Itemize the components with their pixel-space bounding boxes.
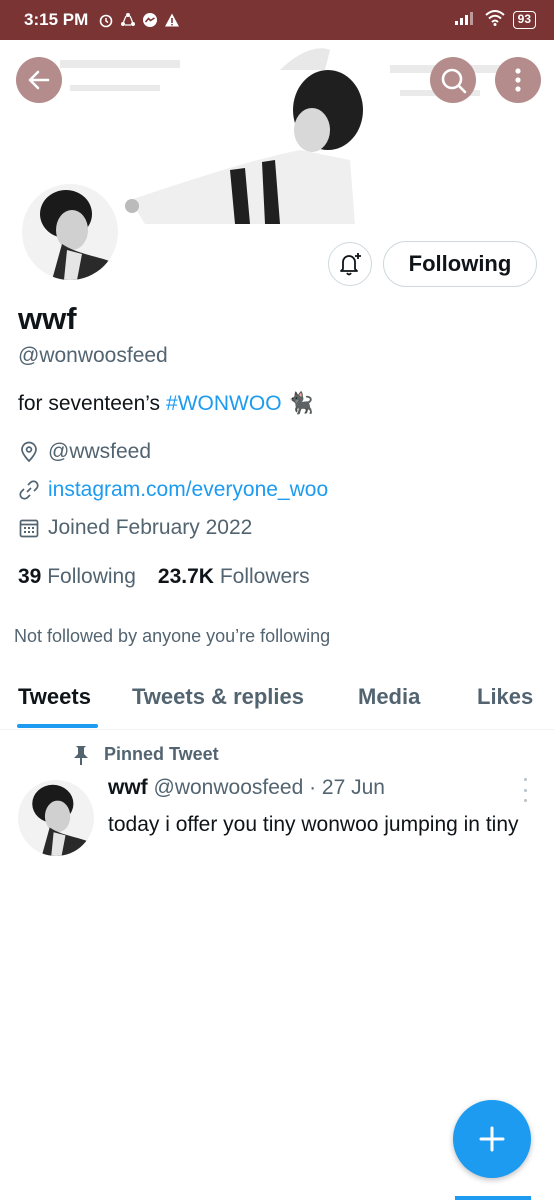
tweet-handle-date: @wonwoosfeed · 27 Jun [153, 776, 385, 799]
pin-icon [74, 745, 88, 765]
link-icon [19, 480, 39, 500]
messenger-icon [142, 12, 158, 28]
pinned-tweet-label: Pinned Tweet [72, 744, 219, 765]
bio-text: for seventeen’s [18, 392, 161, 415]
search-icon [441, 68, 467, 94]
more-vertical-icon [515, 68, 521, 92]
tab-media[interactable]: Media [358, 684, 420, 710]
tweet-header[interactable]: wwf @wonwoosfeed · 27 Jun [108, 776, 385, 800]
profile-joined-date: Joined February 2022 [18, 516, 252, 540]
profile-avatar[interactable] [18, 180, 122, 284]
tab-likes[interactable]: Likes [477, 684, 533, 710]
tweet-more-button[interactable] [519, 778, 531, 802]
status-icons-right: 93 [454, 9, 536, 31]
sync-icon [120, 12, 136, 28]
arrow-left-icon [28, 70, 50, 90]
calendar-icon [19, 519, 39, 538]
status-bar: 3:15 PM 93 [0, 0, 554, 40]
joined-text: Joined February 2022 [48, 516, 253, 539]
signal-icon [454, 11, 477, 30]
tweet-author-name[interactable]: wwf [108, 776, 148, 799]
tweet-avatar-image [18, 780, 94, 856]
not-followed-notice: Not followed by anyone you’re following [14, 626, 331, 646]
following-label: Following [47, 565, 136, 588]
battery-icon: 93 [512, 11, 536, 29]
dot-icon [523, 788, 527, 792]
status-icons-left [98, 12, 180, 28]
pinned-tweet-text: Pinned Tweet [104, 744, 219, 764]
active-tab-indicator [17, 724, 98, 728]
website-link[interactable]: instagram.com/everyone_woo [48, 478, 328, 502]
following-count: 39 [18, 565, 42, 588]
followers-count: 23.7K [157, 565, 214, 588]
search-button[interactable] [430, 57, 476, 103]
back-button[interactable] [16, 57, 62, 103]
following-count-link[interactable]: 39 Following [18, 565, 136, 589]
followers-count-link[interactable]: 23.7K Followers [158, 565, 310, 589]
display-name: wwf [18, 301, 77, 336]
tab-tweets[interactable]: Tweets [18, 684, 91, 710]
black-cat-emoji: 🐈‍⬛ [287, 392, 314, 415]
plus-icon [479, 1126, 505, 1152]
following-button[interactable]: Following [383, 241, 537, 287]
bell-plus-icon [340, 253, 361, 276]
wifi-icon [484, 9, 505, 31]
avatar-image [22, 184, 118, 280]
follow-counts: 39 Following 23.7K Followers [18, 565, 310, 589]
location-text: @wwsfeed [48, 440, 152, 463]
compose-tweet-button[interactable] [453, 1100, 531, 1178]
followers-label: Followers [219, 565, 310, 588]
profile-handle: @wonwoosfeed [18, 344, 168, 367]
location-pin-icon [21, 441, 37, 463]
profile-website[interactable]: instagram.com/everyone_woo [18, 478, 328, 502]
profile-tabs: Tweets Tweets & replies Media Likes [0, 670, 554, 730]
dot-icon [523, 778, 527, 781]
tweet-text[interactable]: today i offer you tiny wonwoo jumping in… [108, 809, 528, 841]
alarm-icon [98, 12, 114, 28]
warning-icon [164, 12, 180, 28]
bio-hashtag-link[interactable]: #WONWOO [166, 392, 282, 416]
status-time: 3:15 PM [24, 10, 89, 29]
tab-tweets-and-replies[interactable]: Tweets & replies [132, 684, 304, 710]
bottom-accent-bar [455, 1196, 531, 1200]
dot-icon [523, 799, 527, 802]
notifications-button[interactable] [328, 242, 372, 286]
tweet-avatar[interactable] [18, 780, 94, 856]
profile-location: @wwsfeed [18, 440, 151, 464]
more-options-button[interactable] [495, 57, 541, 103]
profile-bio: for seventeen’s #WONWOO 🐈‍⬛ [18, 392, 314, 416]
